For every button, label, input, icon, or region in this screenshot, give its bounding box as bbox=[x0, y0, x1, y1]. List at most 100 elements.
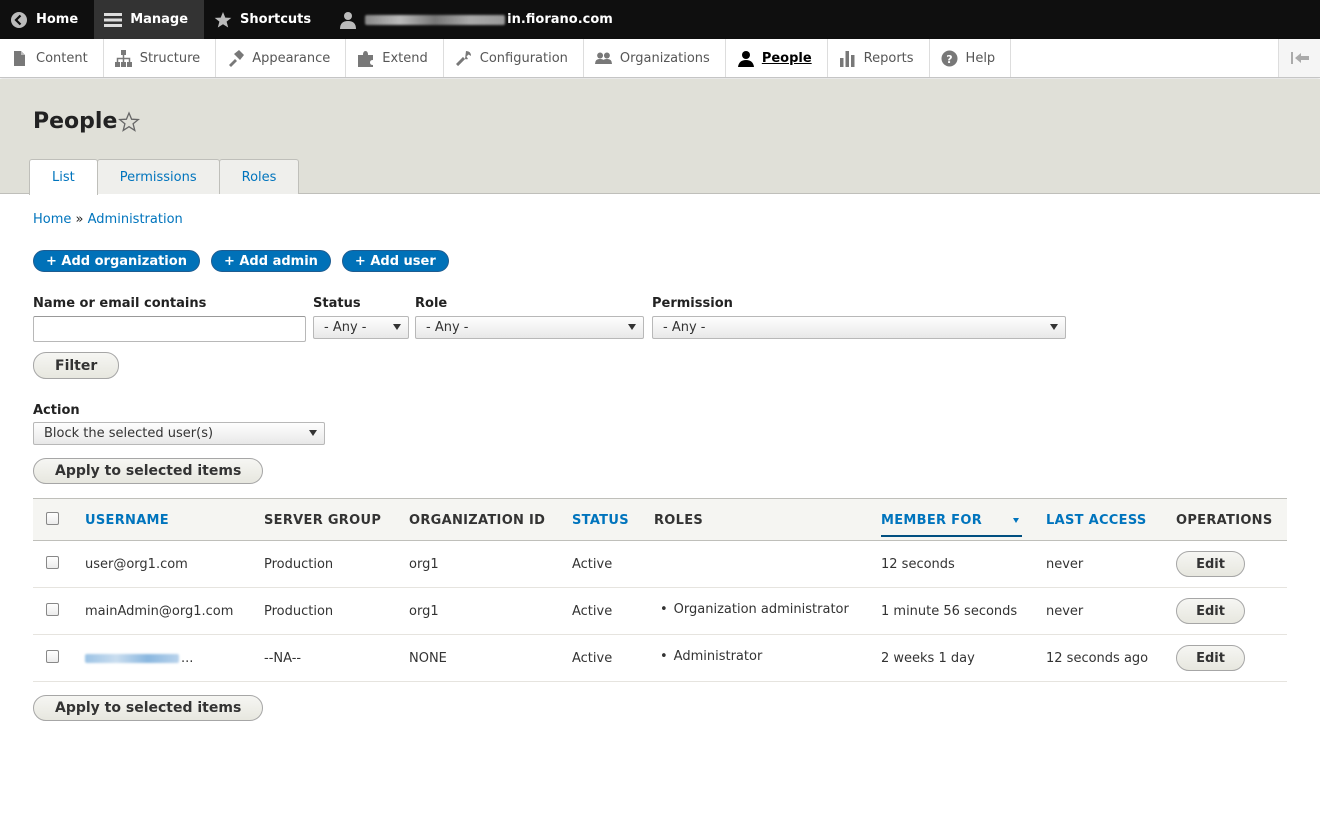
username-link[interactable]: ... bbox=[85, 651, 193, 666]
bulk-action-select[interactable]: Block the selected user(s) bbox=[33, 422, 325, 445]
breadcrumb-administration[interactable]: Administration bbox=[88, 212, 183, 227]
tab-permissions[interactable]: Permissions bbox=[96, 159, 220, 194]
row-checkbox[interactable] bbox=[46, 650, 59, 663]
star-icon bbox=[214, 11, 232, 27]
users-table: USERNAME SERVER GROUP ORGANIZATION ID ST… bbox=[33, 498, 1287, 682]
page-header: People List Permissions Roles bbox=[0, 79, 1320, 195]
toolbar-user[interactable]: in.fiorano.com bbox=[327, 0, 629, 39]
server-group-cell: Production bbox=[264, 557, 334, 572]
tray-item-appearance[interactable]: Appearance bbox=[216, 39, 347, 77]
toolbar-home-label: Home bbox=[36, 12, 79, 27]
tab-list[interactable]: List bbox=[29, 159, 98, 195]
username-link[interactable]: user@org1.com bbox=[85, 557, 188, 572]
add-organization-button[interactable]: + Add organization bbox=[33, 250, 200, 272]
column-member-for[interactable]: MEMBER FOR bbox=[881, 513, 1022, 537]
status-cell: Active bbox=[572, 651, 613, 666]
group-icon bbox=[594, 52, 612, 64]
role-item: Administrator bbox=[660, 649, 763, 664]
sitemap-icon bbox=[114, 49, 132, 67]
tray-label-configuration: Configuration bbox=[479, 50, 568, 66]
last-access-cell: never bbox=[1046, 604, 1084, 619]
column-last-access[interactable]: LAST ACCESS bbox=[1046, 513, 1147, 528]
tray-item-reports[interactable]: Reports bbox=[828, 39, 930, 77]
bar-chart-icon bbox=[839, 50, 855, 67]
menu-icon bbox=[104, 12, 123, 27]
tray-item-content[interactable]: Content bbox=[0, 39, 104, 77]
server-group-cell: Production bbox=[264, 604, 334, 619]
apply-selected-button-bottom[interactable]: Apply to selected items bbox=[33, 695, 264, 721]
help-icon: ? bbox=[941, 50, 958, 66]
last-access-cell: 12 seconds ago bbox=[1046, 651, 1149, 666]
action-label: Action bbox=[33, 403, 80, 418]
column-username[interactable]: USERNAME bbox=[85, 513, 169, 528]
toolbar-shortcuts-label: Shortcuts bbox=[240, 12, 312, 27]
organization-id-cell: org1 bbox=[409, 604, 439, 619]
redacted-username bbox=[365, 14, 506, 25]
organization-id-cell: org1 bbox=[409, 557, 439, 572]
tray-item-structure[interactable]: Structure bbox=[104, 39, 217, 77]
toolbar-manage-label: Manage bbox=[130, 12, 189, 27]
tray-item-configuration[interactable]: Configuration bbox=[444, 39, 584, 77]
tray-item-organizations[interactable]: Organizations bbox=[584, 39, 726, 77]
member-for-cell: 1 minute 56 seconds bbox=[881, 604, 1018, 619]
status-select[interactable]: - Any - bbox=[313, 316, 409, 339]
role-item: Organization administrator bbox=[660, 602, 849, 617]
status-cell: Active bbox=[572, 604, 613, 619]
tray-item-help[interactable]: ? Help bbox=[930, 39, 1012, 77]
column-organization-id: ORGANIZATION ID bbox=[409, 513, 546, 528]
member-for-cell: 2 weeks 1 day bbox=[881, 651, 975, 666]
add-admin-button[interactable]: + Add admin bbox=[210, 250, 331, 272]
role-select[interactable]: - Any - bbox=[415, 316, 644, 339]
add-user-button[interactable]: + Add user bbox=[341, 250, 449, 272]
person-icon bbox=[737, 50, 754, 67]
name-email-input[interactable] bbox=[33, 316, 306, 342]
page-title: People bbox=[33, 109, 118, 134]
toolbar-tray: Content Structure Appearance Extend Conf… bbox=[0, 39, 1320, 78]
tray-item-people[interactable]: People bbox=[726, 39, 828, 77]
puzzle-icon bbox=[358, 50, 374, 67]
edit-button[interactable]: Edit bbox=[1176, 551, 1245, 577]
tray-label-reports: Reports bbox=[863, 50, 914, 66]
filter-button[interactable]: Filter bbox=[33, 352, 120, 379]
column-status[interactable]: STATUS bbox=[572, 513, 629, 528]
action-links: + Add organization + Add admin + Add use… bbox=[33, 250, 449, 272]
user-icon bbox=[340, 11, 357, 29]
chevron-left-circle-icon bbox=[11, 11, 27, 28]
toolbar-home[interactable]: Home bbox=[0, 0, 94, 39]
table-row: user@org1.com Production org1 Active 12 … bbox=[33, 541, 1287, 588]
status-filter-label: Status bbox=[313, 296, 361, 311]
username-link[interactable]: mainAdmin@org1.com bbox=[85, 604, 233, 619]
tray-label-structure: Structure bbox=[139, 50, 201, 66]
row-checkbox[interactable] bbox=[46, 556, 59, 569]
breadcrumb-separator: » bbox=[75, 212, 84, 227]
permission-select[interactable]: - Any - bbox=[652, 316, 1066, 339]
breadcrumb-home[interactable]: Home bbox=[33, 212, 71, 227]
toolbar-shortcuts[interactable]: Shortcuts bbox=[204, 0, 327, 39]
tray-label-appearance: Appearance bbox=[252, 50, 331, 66]
dropdown-arrow-icon bbox=[309, 430, 317, 436]
tab-roles[interactable]: Roles bbox=[218, 159, 300, 194]
table-header: USERNAME SERVER GROUP ORGANIZATION ID ST… bbox=[33, 498, 1287, 541]
edit-button[interactable]: Edit bbox=[1176, 645, 1245, 671]
dropdown-arrow-icon bbox=[628, 324, 636, 330]
server-group-cell: --NA-- bbox=[264, 651, 302, 666]
select-all-checkbox[interactable] bbox=[46, 512, 59, 525]
redacted-username bbox=[85, 654, 179, 663]
tray-item-extend[interactable]: Extend bbox=[346, 39, 444, 77]
apply-selected-button-top[interactable]: Apply to selected items bbox=[33, 458, 264, 484]
primary-tabs: List Permissions Roles bbox=[29, 159, 300, 195]
username-ellipsis: ... bbox=[181, 651, 194, 666]
add-shortcut-star-icon[interactable] bbox=[118, 111, 140, 133]
row-checkbox[interactable] bbox=[46, 603, 59, 616]
edit-button[interactable]: Edit bbox=[1176, 598, 1245, 624]
tray-orientation-toggle[interactable] bbox=[1278, 39, 1320, 77]
organization-id-cell: NONE bbox=[409, 651, 447, 666]
dropdown-arrow-icon bbox=[1050, 324, 1058, 330]
bulk-action-value: Block the selected user(s) bbox=[44, 426, 214, 441]
breadcrumb: Home » Administration bbox=[33, 212, 183, 227]
last-access-cell: never bbox=[1046, 557, 1084, 572]
admin-toolbar: Home Manage Shortcuts in.fiorano.com bbox=[0, 0, 1320, 39]
name-filter-label: Name or email contains bbox=[33, 296, 207, 311]
toolbar-user-label: in.fiorano.com bbox=[507, 12, 613, 27]
toolbar-manage[interactable]: Manage bbox=[94, 0, 205, 39]
